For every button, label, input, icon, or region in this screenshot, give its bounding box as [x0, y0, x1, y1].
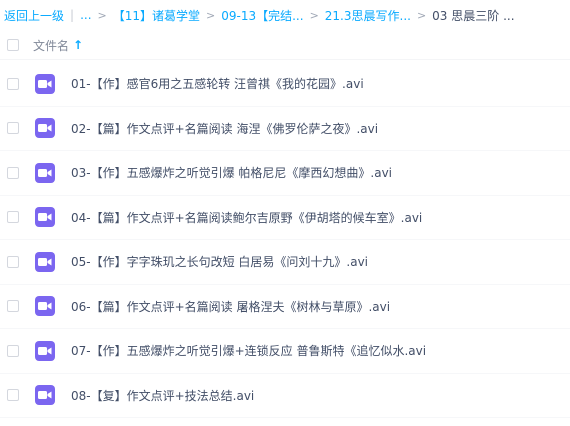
video-file-icon: [35, 73, 55, 94]
video-file-icon: [35, 296, 55, 317]
breadcrumb-arrow-icon: >: [97, 8, 107, 22]
breadcrumb-arrow-icon: >: [309, 8, 319, 22]
file-name[interactable]: 05-【作】字字珠玑之长句改短 白居易《问刘十九》.avi: [71, 253, 368, 270]
breadcrumb-current: 03 思晨三阶 ...: [432, 8, 515, 23]
file-list: 01-【作】感官6用之五感轮转 汪曾祺《我的花园》.avi 02-【篇】作文点评+…: [0, 62, 570, 418]
video-file-icon: [35, 162, 55, 183]
file-checkbox[interactable]: [7, 166, 19, 179]
video-file-icon: [35, 207, 55, 228]
column-header-filename[interactable]: 文件名: [33, 37, 69, 54]
file-row[interactable]: 07-【作】五感爆炸之听觉引爆+连锁反应 普鲁斯特《追忆似水.avi: [0, 329, 570, 374]
video-file-icon: [35, 118, 55, 139]
file-name[interactable]: 08-【复】作文点评+技法总结.avi: [71, 387, 254, 404]
file-row[interactable]: 05-【作】字字珠玑之长句改短 白居易《问刘十九》.avi: [0, 240, 570, 285]
file-checkbox[interactable]: [7, 344, 19, 357]
breadcrumb-arrow-icon: >: [206, 8, 216, 22]
file-name[interactable]: 04-【篇】作文点评+名篇阅读鲍尔吉原野《伊胡塔的候车室》.avi: [71, 209, 422, 226]
file-row[interactable]: 03-【作】五感爆炸之听觉引爆 帕格尼尼《摩西幻想曲》.avi: [0, 151, 570, 196]
file-checkbox[interactable]: [7, 211, 19, 224]
video-file-icon: [35, 340, 55, 361]
list-header: 文件名 ↑: [0, 31, 570, 60]
file-name[interactable]: 03-【作】五感爆炸之听觉引爆 帕格尼尼《摩西幻想曲》.avi: [71, 164, 392, 181]
file-row[interactable]: 01-【作】感官6用之五感轮转 汪曾祺《我的花园》.avi: [0, 62, 570, 107]
file-checkbox[interactable]: [7, 389, 19, 402]
file-name[interactable]: 07-【作】五感爆炸之听觉引爆+连锁反应 普鲁斯特《追忆似水.avi: [71, 342, 426, 359]
breadcrumb-item-3[interactable]: 21.3思晨写作...: [325, 7, 411, 24]
file-name[interactable]: 06-【篇】作文点评+名篇阅读 屠格涅夫《树林与草原》.avi: [71, 298, 390, 315]
file-checkbox[interactable]: [7, 77, 19, 90]
breadcrumb-item-1[interactable]: 【11】诸葛学堂: [113, 7, 200, 24]
file-name[interactable]: 02-【篇】作文点评+名篇阅读 海涅《佛罗伦萨之夜》.avi: [71, 120, 378, 137]
file-row[interactable]: 04-【篇】作文点评+名篇阅读鲍尔吉原野《伊胡塔的候车室》.avi: [0, 196, 570, 240]
breadcrumb-separator: |: [70, 8, 75, 22]
file-row[interactable]: 08-【复】作文点评+技法总结.avi: [0, 374, 570, 418]
file-checkbox[interactable]: [7, 122, 19, 135]
file-row[interactable]: 06-【篇】作文点评+名篇阅读 屠格涅夫《树林与草原》.avi: [0, 285, 570, 329]
breadcrumb-ellipsis-link[interactable]: ...: [80, 8, 91, 22]
breadcrumb-arrow-icon: >: [416, 8, 427, 22]
sort-ascending-icon[interactable]: ↑: [73, 38, 83, 52]
video-file-icon: [35, 385, 55, 406]
breadcrumb: 返回上一级 | ... > 【11】诸葛学堂 > 09-13【完结... > 2…: [0, 0, 570, 30]
breadcrumb-back-link[interactable]: 返回上一级: [4, 7, 64, 24]
select-all-checkbox[interactable]: [7, 39, 19, 51]
file-name[interactable]: 01-【作】感官6用之五感轮转 汪曾祺《我的花园》.avi: [71, 75, 364, 92]
file-checkbox[interactable]: [7, 300, 19, 313]
video-file-icon: [35, 251, 55, 272]
file-row[interactable]: 02-【篇】作文点评+名篇阅读 海涅《佛罗伦萨之夜》.avi: [0, 107, 570, 151]
file-checkbox[interactable]: [7, 255, 19, 268]
breadcrumb-item-2[interactable]: 09-13【完结...: [221, 7, 303, 24]
